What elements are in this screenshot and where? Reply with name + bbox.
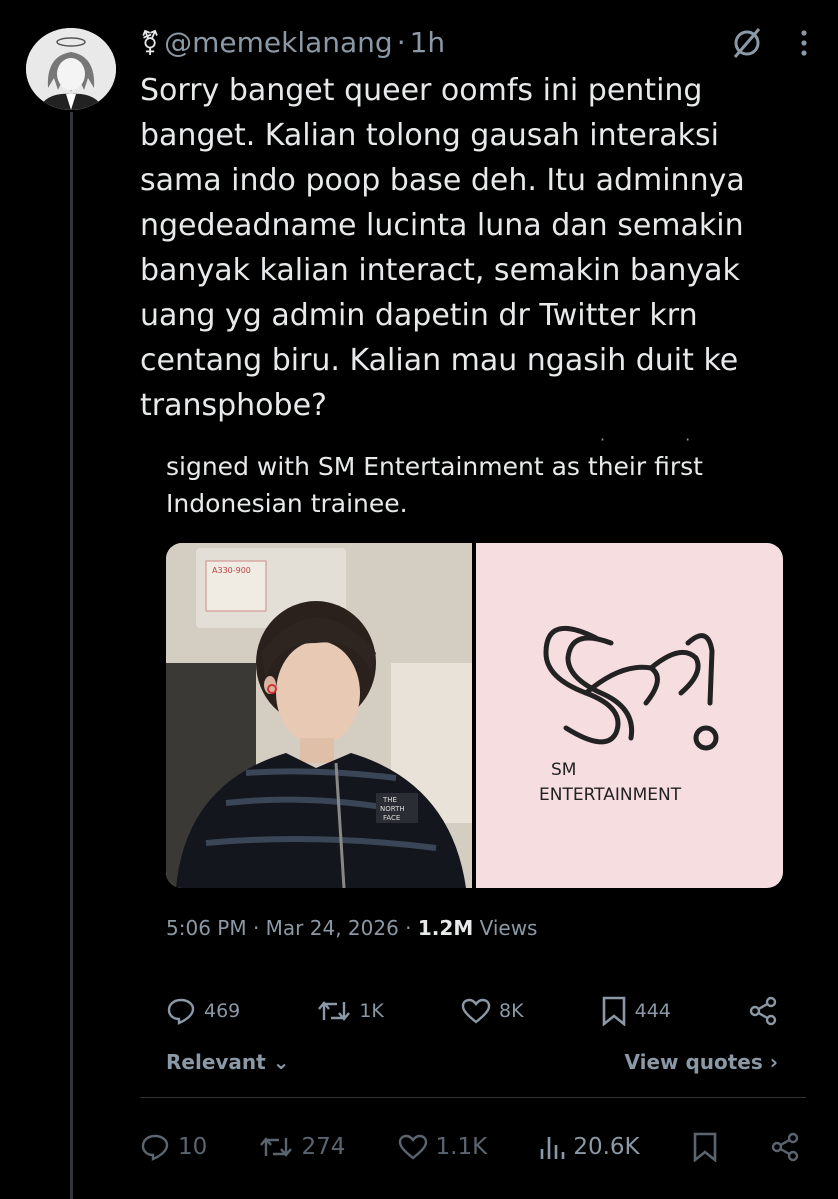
repost-icon (260, 1137, 293, 1157)
view-quotes-link[interactable]: View quotes › (624, 1050, 778, 1074)
quoted-text: signed with SM Entertainment as their fi… (166, 452, 703, 518)
tweet-body: Sorry banget queer oomfs ini penting ban… (140, 73, 745, 423)
jacket-brand-line3: FACE (383, 814, 400, 822)
reply-count: 469 (204, 1000, 241, 1022)
media-logo-panel[interactable]: SM ENTERTAINMENT (476, 543, 783, 888)
quote-media[interactable]: A330-900 THE NORTH FACE SM ENTERTAINMENT (166, 543, 783, 888)
header-separator: · (396, 26, 406, 59)
share-icon (771, 1132, 799, 1162)
more-options-icon[interactable] (800, 29, 808, 61)
bottom-reply-count: 10 (178, 1134, 208, 1160)
post-time[interactable]: 1h (410, 26, 446, 59)
tweet-text: Sorry banget queer oomfs ini penting ban… (140, 68, 810, 428)
post-metadata: 5:06 PM · Mar 24, 2026 · 1.2M Views (166, 916, 538, 940)
heart-icon (398, 1134, 427, 1160)
repost-button[interactable]: 1K (317, 998, 384, 1024)
like-count: 8K (498, 1000, 524, 1022)
reply-sort-row: Relevant ⌄ View quotes › (166, 1050, 778, 1074)
bottom-share-button[interactable] (770, 1132, 800, 1162)
share-icon (749, 996, 777, 1026)
jacket-brand-line2: NORTH (380, 805, 405, 813)
sort-dropdown[interactable]: Relevant ⌄ (166, 1050, 289, 1074)
jacket-brand-line1: THE (382, 796, 397, 804)
reply-icon (167, 998, 195, 1025)
bottom-views-button[interactable]: 20.6K (539, 1133, 640, 1161)
bookmark-button[interactable]: 444 (601, 996, 671, 1026)
bottom-like-count: 1.1K (435, 1134, 488, 1160)
bottom-views-count: 20.6K (573, 1134, 640, 1160)
share-button[interactable] (748, 996, 778, 1026)
author-handle[interactable]: @memeklanang (164, 26, 393, 59)
bookmark-count: 444 (634, 1000, 671, 1022)
bottom-repost-button[interactable]: 274 (259, 1134, 345, 1160)
engagement-bar: 469 1K 8K 444 (166, 996, 778, 1026)
bottom-reply-button[interactable]: 10 (140, 1133, 207, 1161)
bottom-action-bar: 10 274 1.1K 20.6K (140, 1132, 800, 1162)
reply-button[interactable]: 469 (166, 997, 240, 1025)
header-actions (730, 26, 808, 64)
avatar[interactable] (26, 28, 116, 110)
bottom-like-button[interactable]: 1.1K (398, 1134, 488, 1160)
sort-label: Relevant (166, 1050, 266, 1074)
analytics-icon (541, 1137, 565, 1159)
reply-icon (141, 1134, 169, 1161)
thread-line (70, 112, 73, 1199)
media-photo[interactable]: A330-900 THE NORTH FACE (166, 543, 472, 888)
chevron-right-icon: › (769, 1050, 778, 1074)
logo-line1: SM (551, 760, 576, 780)
views-label: Views (479, 916, 538, 940)
bookmark-icon (602, 996, 625, 1026)
identity-symbol: ⚧ (140, 28, 161, 57)
bookmark-icon (693, 1132, 717, 1162)
quote-divider-marks: ·· (600, 430, 771, 449)
tweet-header: ⚧ @memeklanang · 1h (140, 26, 445, 59)
bottom-repost-count: 274 (301, 1134, 346, 1160)
sm-logo-icon (543, 625, 719, 751)
view-quotes-label: View quotes (624, 1050, 763, 1074)
like-button[interactable]: 8K (461, 998, 524, 1024)
views-count: 1.2M (417, 916, 474, 940)
divider (140, 1097, 806, 1098)
chevron-down-icon: ⌄ (272, 1050, 290, 1074)
photo-sign-text: A330-900 (212, 566, 251, 575)
logo-line2: ENTERTAINMENT (539, 785, 682, 805)
post-timestamp[interactable]: 5:06 PM · Mar 24, 2026 (166, 916, 399, 940)
heart-icon (461, 998, 491, 1024)
repost-count: 1K (359, 1000, 384, 1022)
bottom-bookmark-button[interactable] (692, 1132, 718, 1162)
grok-icon[interactable] (730, 26, 764, 64)
repost-icon (318, 1001, 351, 1021)
